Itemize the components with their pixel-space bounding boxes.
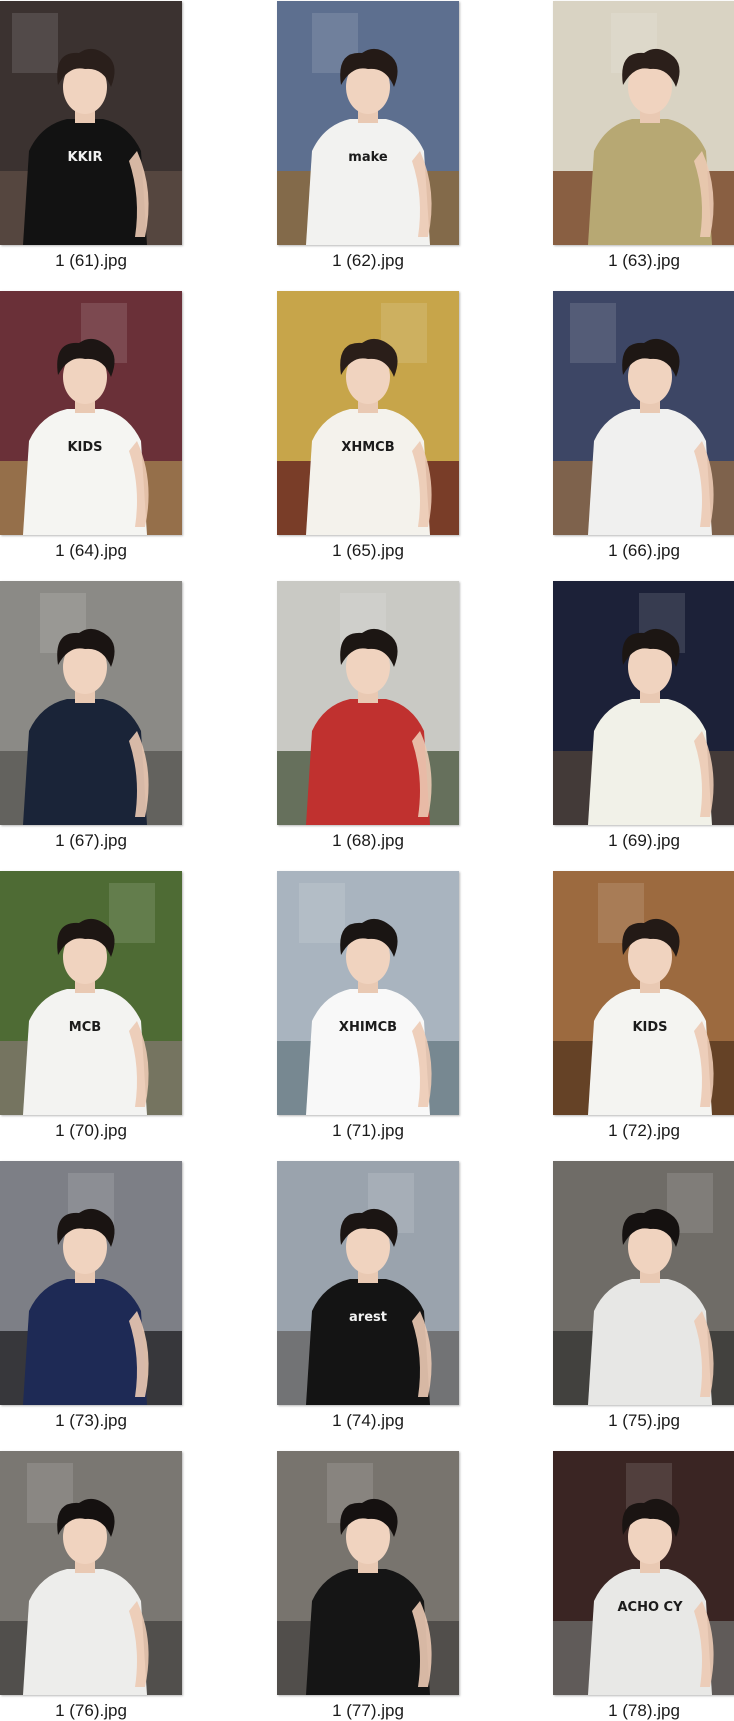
photo-thumbnail-image — [277, 581, 459, 825]
photo-thumbnail[interactable] — [0, 581, 182, 825]
photo-thumbnail-image — [277, 1451, 459, 1695]
file-item[interactable]: XHMCB 1 (65).jpg — [277, 291, 461, 560]
shirt-print-text: KIDS — [67, 440, 102, 455]
thumbnail-grid: KKIR 1 (61).jpg make 1 (62).jpg 1 (63).jpg KI… — [0, 0, 734, 1720]
file-name-label[interactable]: 1 (75).jpg — [553, 1411, 734, 1431]
photo-thumbnail[interactable] — [277, 581, 459, 825]
photo-thumbnail[interactable]: KIDS — [553, 871, 734, 1115]
file-name-label[interactable]: 1 (66).jpg — [553, 541, 734, 561]
shirt-print-text: XHIMCB — [339, 1020, 397, 1035]
file-name-label[interactable]: 1 (70).jpg — [0, 1121, 182, 1141]
file-item[interactable]: KKIR 1 (61).jpg — [0, 1, 184, 270]
file-item[interactable]: KIDS 1 (72).jpg — [553, 871, 734, 1140]
photo-thumbnail[interactable] — [553, 1, 734, 245]
photo-thumbnail-image — [553, 291, 734, 535]
file-name-label[interactable]: 1 (71).jpg — [277, 1121, 459, 1141]
photo-thumbnail-image — [0, 581, 182, 825]
photo-thumbnail-image: arest — [277, 1161, 459, 1405]
file-item[interactable]: arest 1 (74).jpg — [277, 1161, 461, 1430]
file-item[interactable]: 1 (67).jpg — [0, 581, 184, 850]
file-name-label[interactable]: 1 (72).jpg — [553, 1121, 734, 1141]
file-name-label[interactable]: 1 (73).jpg — [0, 1411, 182, 1431]
file-name-label[interactable]: 1 (76).jpg — [0, 1701, 182, 1721]
photo-thumbnail[interactable]: XHMCB — [277, 291, 459, 535]
photo-thumbnail-image — [0, 1451, 182, 1695]
file-item[interactable]: 1 (68).jpg — [277, 581, 461, 850]
photo-thumbnail[interactable] — [0, 1161, 182, 1405]
file-item[interactable]: ACHO CY 1 (78).jpg — [553, 1451, 734, 1720]
photo-thumbnail[interactable]: arest — [277, 1161, 459, 1405]
photo-thumbnail-image: KKIR — [0, 1, 182, 245]
photo-thumbnail[interactable]: KIDS — [0, 291, 182, 535]
file-name-label[interactable]: 1 (65).jpg — [277, 541, 459, 561]
shirt-print-text: KKIR — [68, 150, 103, 165]
file-item[interactable]: 1 (69).jpg — [553, 581, 734, 850]
shirt-print-text: KIDS — [632, 1020, 667, 1035]
file-item[interactable]: MCB 1 (70).jpg — [0, 871, 184, 1140]
photo-thumbnail-image: MCB — [0, 871, 182, 1115]
file-name-label[interactable]: 1 (68).jpg — [277, 831, 459, 851]
file-name-label[interactable]: 1 (62).jpg — [277, 251, 459, 271]
shirt-print-text: XHMCB — [341, 440, 394, 455]
file-item[interactable]: 1 (75).jpg — [553, 1161, 734, 1430]
photo-thumbnail[interactable] — [553, 581, 734, 825]
file-item[interactable]: 1 (63).jpg — [553, 1, 734, 270]
photo-thumbnail-image: XHIMCB — [277, 871, 459, 1115]
file-item[interactable]: 1 (73).jpg — [0, 1161, 184, 1430]
file-name-label[interactable]: 1 (67).jpg — [0, 831, 182, 851]
file-name-label[interactable]: 1 (63).jpg — [553, 251, 734, 271]
photo-thumbnail-image — [0, 1161, 182, 1405]
file-item[interactable]: 1 (76).jpg — [0, 1451, 184, 1720]
photo-thumbnail[interactable]: MCB — [0, 871, 182, 1115]
photo-thumbnail[interactable] — [277, 1451, 459, 1695]
photo-thumbnail-image — [553, 581, 734, 825]
file-name-label[interactable]: 1 (78).jpg — [553, 1701, 734, 1721]
file-name-label[interactable]: 1 (74).jpg — [277, 1411, 459, 1431]
photo-thumbnail-image: ACHO CY — [553, 1451, 734, 1695]
photo-thumbnail-image: make — [277, 1, 459, 245]
shirt-print-text: ACHO CY — [617, 1600, 683, 1615]
photo-thumbnail[interactable] — [553, 291, 734, 535]
file-item[interactable]: make 1 (62).jpg — [277, 1, 461, 270]
photo-thumbnail[interactable] — [0, 1451, 182, 1695]
photo-thumbnail-image: XHMCB — [277, 291, 459, 535]
photo-thumbnail-image — [553, 1, 734, 245]
photo-thumbnail[interactable]: ACHO CY — [553, 1451, 734, 1695]
file-item[interactable]: 1 (66).jpg — [553, 291, 734, 560]
file-name-label[interactable]: 1 (77).jpg — [277, 1701, 459, 1721]
shirt-print-text: arest — [349, 1310, 387, 1325]
photo-thumbnail-image — [553, 1161, 734, 1405]
photo-thumbnail-image: KIDS — [0, 291, 182, 535]
file-item[interactable]: 1 (77).jpg — [277, 1451, 461, 1720]
file-item[interactable]: KIDS 1 (64).jpg — [0, 291, 184, 560]
shirt-print-text: MCB — [69, 1020, 101, 1035]
photo-thumbnail[interactable]: make — [277, 1, 459, 245]
file-name-label[interactable]: 1 (64).jpg — [0, 541, 182, 561]
photo-thumbnail[interactable] — [553, 1161, 734, 1405]
shirt-print-text: make — [348, 150, 388, 165]
file-item[interactable]: XHIMCB 1 (71).jpg — [277, 871, 461, 1140]
photo-thumbnail[interactable]: KKIR — [0, 1, 182, 245]
photo-thumbnail-image: KIDS — [553, 871, 734, 1115]
file-name-label[interactable]: 1 (61).jpg — [0, 251, 182, 271]
photo-thumbnail[interactable]: XHIMCB — [277, 871, 459, 1115]
file-name-label[interactable]: 1 (69).jpg — [553, 831, 734, 851]
